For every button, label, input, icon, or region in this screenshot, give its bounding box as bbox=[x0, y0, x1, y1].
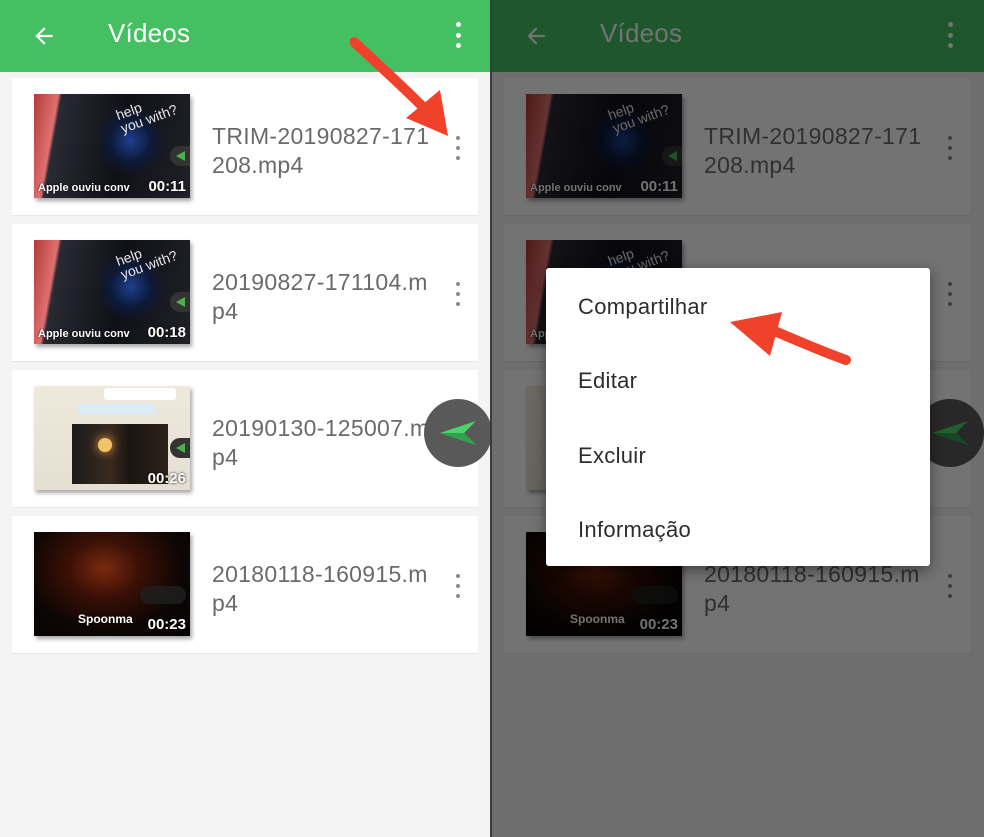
menu-item-excluir[interactable]: Excluir bbox=[578, 443, 646, 469]
share-icon bbox=[170, 146, 190, 166]
video-duration: 00:18 bbox=[147, 324, 186, 341]
left-screen: Vídeos help you with? Apple ouviu conv 0… bbox=[0, 0, 492, 837]
list-item[interactable]: Spoonma 00:23 20180118-160915.mp4 bbox=[12, 516, 478, 654]
video-filename: 20180118-160915.mp4 bbox=[212, 561, 428, 616]
share-fab[interactable] bbox=[424, 399, 492, 467]
thumbnail-caption: Apple ouviu conv bbox=[38, 182, 130, 194]
menu-item-informacao[interactable]: Informação bbox=[578, 517, 691, 543]
kebab-icon bbox=[456, 574, 460, 578]
annotation-arrow bbox=[350, 37, 448, 136]
recording-badge bbox=[140, 586, 186, 604]
video-thumbnail[interactable]: 00:26 bbox=[34, 386, 190, 490]
menu-item-compartilhar[interactable]: Compartilhar bbox=[578, 294, 708, 320]
item-menu-button[interactable] bbox=[452, 282, 464, 306]
share-icon bbox=[170, 438, 190, 458]
video-thumbnail[interactable]: help you with? Apple ouviu conv 00:11 bbox=[34, 94, 190, 198]
video-filename: 20190827-171104.mp4 bbox=[212, 269, 428, 324]
thumbnail-overlay-text: help you with? bbox=[113, 98, 180, 137]
video-list: help you with? Apple ouviu conv 00:11 TR… bbox=[12, 78, 478, 662]
thumbnail-overlay-text: help you with? bbox=[113, 244, 180, 283]
back-button[interactable] bbox=[28, 20, 60, 52]
item-menu-button[interactable] bbox=[452, 574, 464, 598]
thumbnail-caption: Apple ouviu conv bbox=[38, 328, 130, 340]
paper-plane-icon bbox=[440, 421, 476, 445]
right-screen: Vídeos help you with? Apple ouviu conv 0… bbox=[492, 0, 984, 837]
video-thumbnail[interactable]: help you with? Apple ouviu conv 00:18 bbox=[34, 240, 190, 344]
kebab-icon bbox=[455, 22, 461, 27]
video-duration: 00:26 bbox=[147, 470, 186, 487]
video-duration: 00:23 bbox=[147, 616, 186, 633]
annotation-arrow bbox=[730, 312, 851, 365]
kebab-icon bbox=[456, 282, 460, 286]
share-icon bbox=[170, 292, 190, 312]
video-thumbnail[interactable]: Spoonma 00:23 bbox=[34, 532, 190, 636]
menu-item-editar[interactable]: Editar bbox=[578, 368, 637, 394]
video-duration: 00:11 bbox=[148, 178, 186, 195]
video-filename: 20190130-125007.mp4 bbox=[212, 415, 430, 470]
thumbnail-caption: Spoonma bbox=[78, 612, 133, 626]
lamp-image bbox=[98, 438, 112, 452]
page-title: Vídeos bbox=[108, 18, 191, 48]
list-item[interactable]: 00:26 20190130-125007.mp4 bbox=[12, 370, 478, 508]
list-item[interactable]: help you with? Apple ouviu conv 00:18 20… bbox=[12, 224, 478, 362]
arrow-left-icon bbox=[35, 27, 53, 45]
